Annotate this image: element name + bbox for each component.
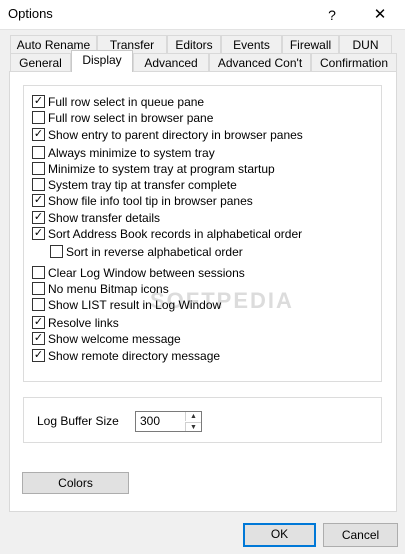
- checkbox[interactable]: ✓: [32, 332, 45, 345]
- checkbox[interactable]: ✓: [32, 194, 45, 207]
- log-buffer-spinner[interactable]: 300 ▲ ▼: [135, 411, 202, 432]
- spin-up-icon[interactable]: ▲: [185, 412, 201, 421]
- option-label: Resolve links: [48, 316, 119, 330]
- colors-button[interactable]: Colors: [22, 472, 129, 494]
- cancel-button[interactable]: Cancel: [323, 523, 398, 547]
- help-button[interactable]: ?: [320, 4, 344, 26]
- spin-down-icon[interactable]: ▼: [185, 422, 201, 431]
- option-label: Sort in reverse alphabetical order: [66, 245, 243, 259]
- tab-confirmation[interactable]: Confirmation: [311, 53, 397, 72]
- option-label: Clear Log Window between sessions: [48, 266, 245, 280]
- option-label: System tray tip at transfer complete: [48, 178, 237, 192]
- tab-advanced[interactable]: Advanced: [133, 53, 209, 72]
- tab-editors[interactable]: Editors: [167, 35, 221, 54]
- close-button[interactable]: ✕: [366, 4, 394, 26]
- option-label: Show remote directory message: [48, 349, 221, 363]
- checkbox[interactable]: ✓: [32, 128, 45, 141]
- tab-advanced-cont[interactable]: Advanced Con't: [209, 53, 311, 72]
- checkbox[interactable]: ✓: [32, 211, 45, 224]
- checkbox[interactable]: [32, 111, 45, 124]
- tab-firewall[interactable]: Firewall: [282, 35, 339, 54]
- checkbox[interactable]: [32, 162, 45, 175]
- tab-general[interactable]: General: [10, 53, 71, 72]
- checkbox[interactable]: ✓: [32, 227, 45, 240]
- option-label: Show transfer details: [48, 211, 161, 225]
- checkbox[interactable]: ✓: [32, 316, 45, 329]
- option-label: Full row select in queue pane: [48, 95, 205, 109]
- checkbox[interactable]: [32, 282, 45, 295]
- checkbox[interactable]: ✓: [32, 95, 45, 108]
- option-label: Always minimize to system tray: [48, 146, 215, 160]
- option-label: Show entry to parent directory in browse…: [48, 128, 303, 142]
- option-label: Full row select in browser pane: [48, 111, 214, 125]
- checkbox[interactable]: [50, 245, 63, 258]
- tab-dun[interactable]: DUN: [339, 35, 392, 54]
- log-buffer-label: Log Buffer Size: [37, 414, 119, 428]
- tab-events[interactable]: Events: [221, 35, 282, 54]
- ok-button[interactable]: OK: [243, 523, 316, 547]
- option-label: Minimize to system tray at program start…: [48, 162, 275, 176]
- checkbox[interactable]: [32, 298, 45, 311]
- option-label: Show file info tool tip in browser panes: [48, 194, 253, 208]
- checkbox[interactable]: [32, 266, 45, 279]
- checkbox[interactable]: [32, 178, 45, 191]
- tab-display[interactable]: Display: [71, 50, 133, 72]
- option-label: Show LIST result in Log Window: [48, 298, 222, 312]
- window-title: Options: [8, 6, 53, 21]
- option-label: Sort Address Book records in alphabetica…: [48, 227, 303, 241]
- title-bar: Options ? ✕: [0, 0, 405, 30]
- checkbox[interactable]: [32, 146, 45, 159]
- option-label: Show welcome message: [48, 332, 181, 346]
- option-label: No menu Bitmap icons: [48, 282, 169, 296]
- checkbox[interactable]: ✓: [32, 349, 45, 362]
- log-buffer-value[interactable]: 300: [140, 414, 160, 428]
